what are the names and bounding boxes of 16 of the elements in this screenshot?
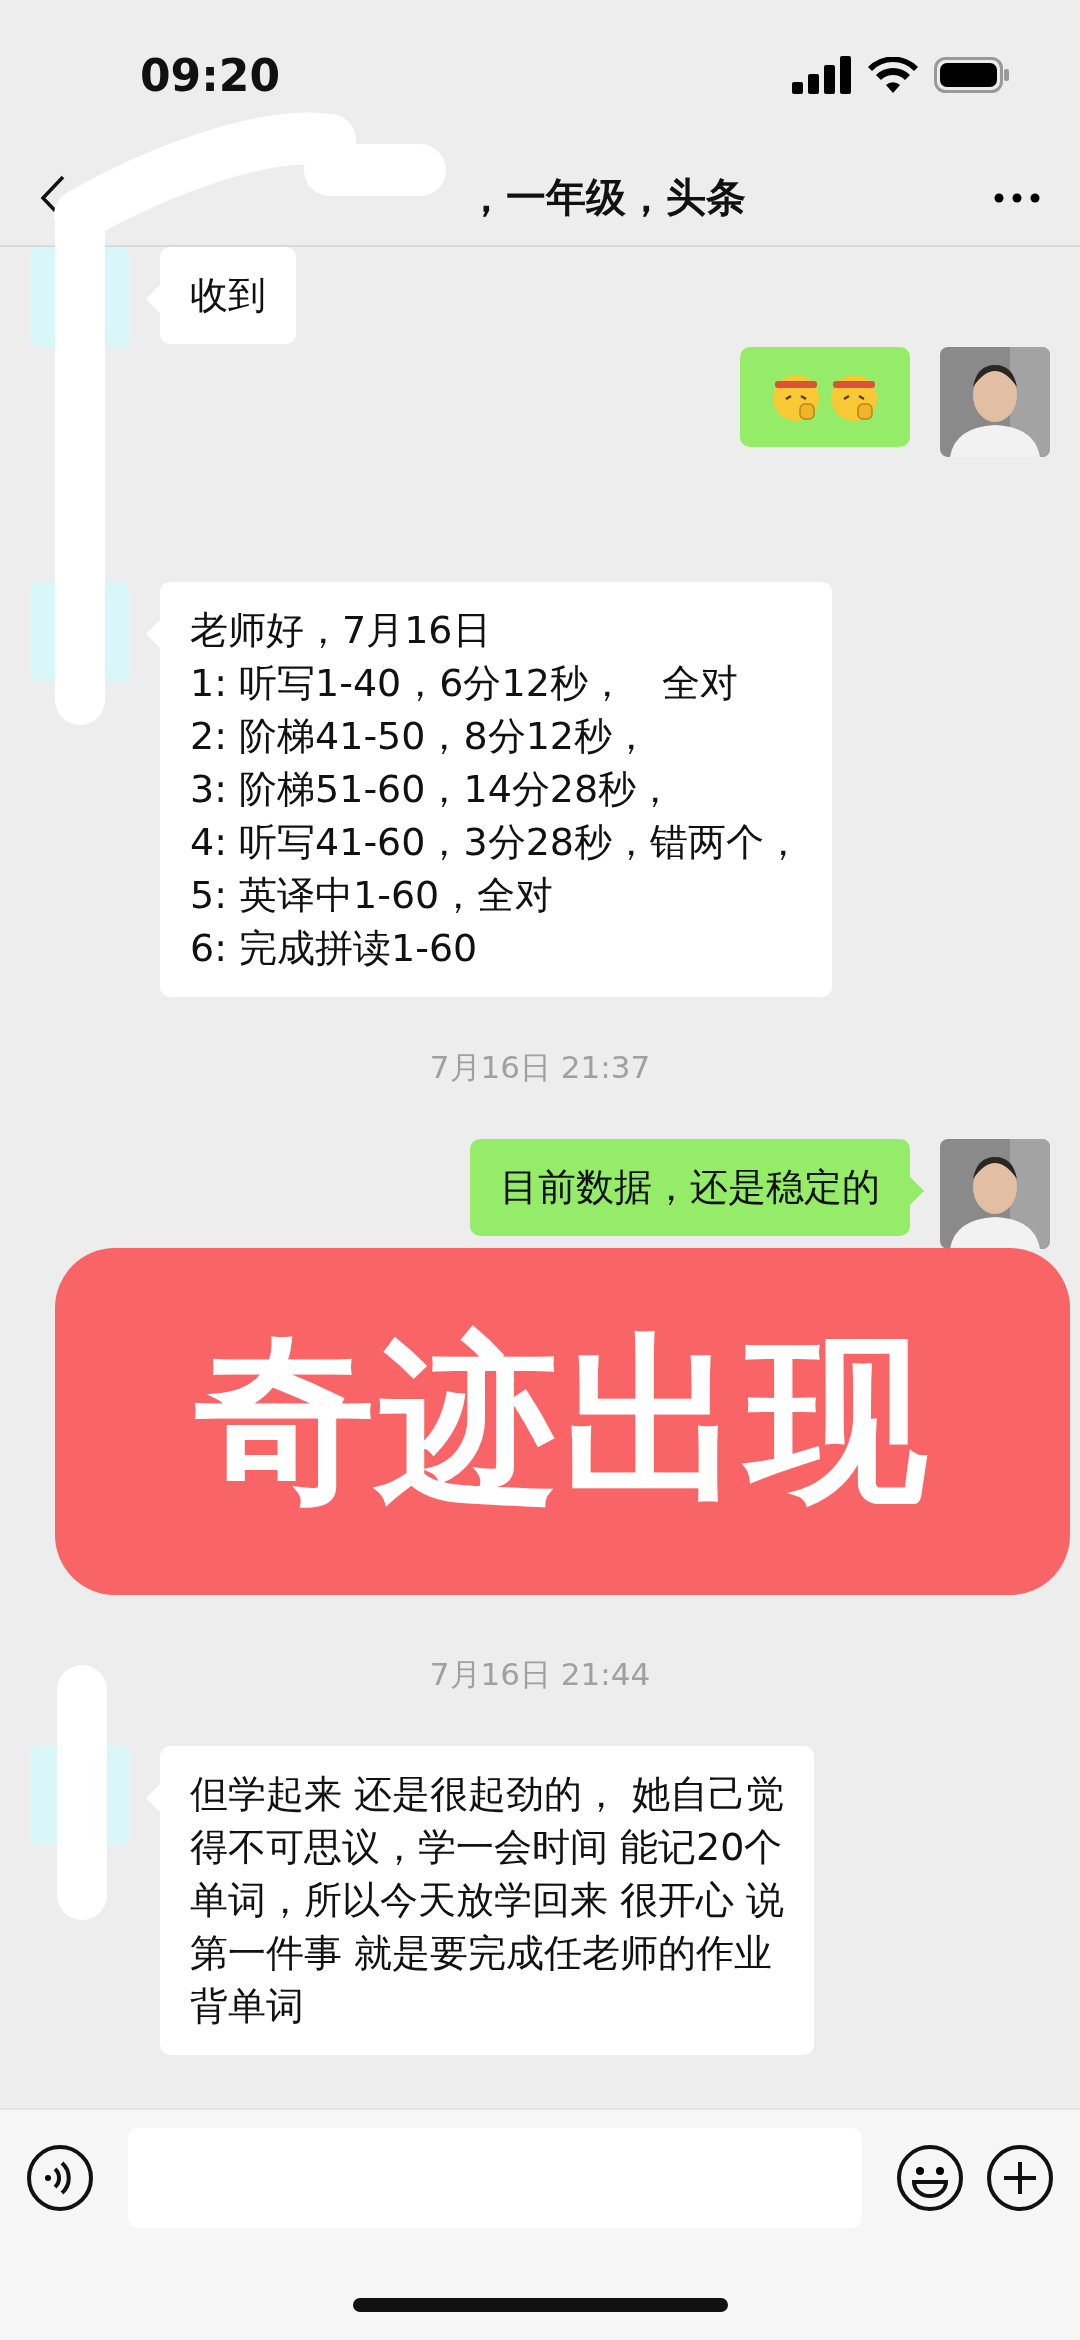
voice-icon[interactable] (26, 2144, 94, 2212)
message-bubble[interactable]: 收到 (146, 247, 296, 344)
plus-icon[interactable] (986, 2144, 1054, 2212)
timestamp: 7月16日 21:44 (429, 1655, 651, 1694)
signal-icon (792, 56, 852, 94)
message-bubble[interactable]: 老师好，7月16日 1: 听写1-40，6分12秒， 全对 2: 阶梯41-50，8分12秒， 3: 阶梯51-60，14分28秒， 4: 听写41-60，3分28秒，错两个， 5: 英译中1-60，全对 6: 完成拼读1-60 (146, 582, 832, 997)
wifi-icon (868, 57, 918, 93)
banner-caption: 奇迹出现 (55, 1248, 1070, 1595)
timestamp: 7月16日 21:37 (429, 1048, 651, 1087)
status-time: 09:20 (140, 49, 281, 101)
message-bubble[interactable]: 但学起来 还是很起劲的， 她自己觉 得不可思议，学一会时间 能记20个 单词，所以今天放学回来 很开心 说 第一件事 就是要完成任老师的作业 背单词 (146, 1746, 815, 2055)
battery-icon (934, 57, 1010, 93)
chat-title: ，一年级，头条 (466, 173, 747, 222)
emoji-icon[interactable] (896, 2144, 964, 2212)
message-bubble[interactable]: 目前数据，还是稳定的 (470, 1139, 924, 1236)
more-icon[interactable] (994, 192, 1040, 203)
